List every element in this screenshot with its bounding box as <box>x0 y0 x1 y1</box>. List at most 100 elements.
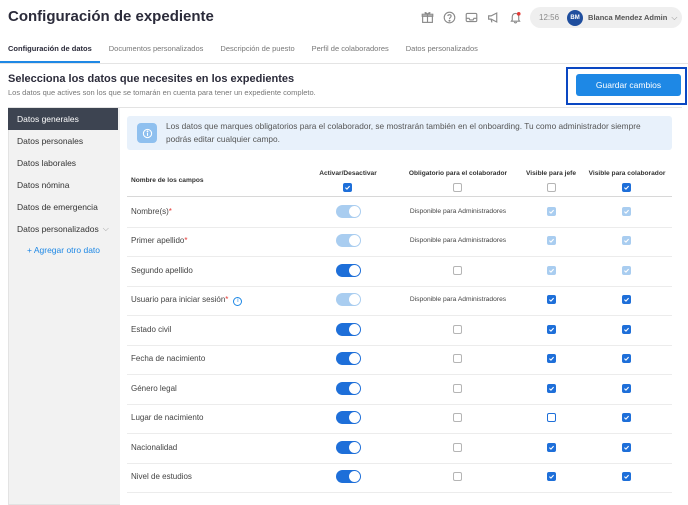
visible-collab-checkbox[interactable] <box>622 295 631 305</box>
required-checkbox[interactable] <box>453 383 462 393</box>
row-divider <box>127 226 672 228</box>
header-required: Obligatorio para el colaborador <box>408 170 508 177</box>
field-label-text: Nivel de estudios <box>131 472 192 482</box>
row-divider <box>127 285 672 287</box>
inbox-icon[interactable] <box>464 10 479 25</box>
active-toggle[interactable] <box>336 204 361 218</box>
required-checkbox[interactable] <box>453 413 462 423</box>
field-label-text: Segundo apellido <box>131 265 193 275</box>
info-icon <box>137 123 157 143</box>
active-toggle[interactable] <box>336 322 361 336</box>
tab-perfil-de-colaboradores[interactable]: Perfil de colaboradores <box>312 44 389 63</box>
sidebar-item-datos-personales[interactable]: Datos personales <box>8 130 118 152</box>
user-menu[interactable]: 12:56 BM Blanca Mendez Admin ⌵ <box>530 7 682 28</box>
required-checkbox[interactable] <box>453 442 462 452</box>
gift-icon[interactable] <box>420 10 435 25</box>
tab-documentos-personalizados[interactable]: Documentos personalizados <box>109 44 204 63</box>
admin-only-text: Disponible para Administradores <box>409 207 507 215</box>
tab-configuracion-de-datos[interactable]: Configuración de datos <box>0 44 100 63</box>
chevron-down-icon: ⌵ <box>671 12 678 22</box>
active-toggle[interactable] <box>336 352 361 366</box>
content-area <box>120 108 682 505</box>
visible-boss-checkbox[interactable] <box>547 383 556 393</box>
sidebar-item-datos-laborales[interactable]: Datos laborales <box>8 152 118 174</box>
visible-collab-checkbox[interactable] <box>622 354 631 364</box>
select-all-active-checkbox[interactable] <box>343 183 352 192</box>
visible-collab-checkbox[interactable] <box>622 383 631 393</box>
field-label: Lugar de nacimiento <box>131 413 204 422</box>
active-toggle[interactable] <box>336 411 361 425</box>
required-checkbox[interactable] <box>453 324 462 334</box>
sidebar-item-label: Datos personalizados <box>17 224 99 234</box>
admin-only-text: Disponible para Administradores <box>409 296 507 304</box>
visible-boss-checkbox[interactable] <box>547 324 556 334</box>
field-label-text: Estado civil <box>131 324 172 334</box>
visible-boss-checkbox[interactable] <box>547 265 556 275</box>
sidebar-item-datos-de-emergencia[interactable]: Datos de emergencia <box>8 196 118 218</box>
user-name: Blanca Mendez Admin <box>588 13 668 22</box>
tab-datos-personalizados[interactable]: Datos personalizados <box>406 44 478 63</box>
visible-collab-checkbox[interactable] <box>622 472 631 482</box>
page-title: Configuración de expediente <box>8 8 214 25</box>
visible-collab-checkbox[interactable] <box>622 413 631 423</box>
field-label: Nivel de estudios <box>131 472 192 481</box>
field-label-text: Nombre(s) <box>131 206 169 216</box>
visible-boss-checkbox[interactable] <box>547 206 556 216</box>
required-checkbox[interactable] <box>453 265 462 275</box>
active-toggle[interactable] <box>336 234 361 248</box>
field-label: Usuario para iniciar sesión* i <box>131 295 243 307</box>
active-toggle[interactable] <box>336 440 361 454</box>
required-checkbox[interactable] <box>453 472 462 482</box>
field-label: Nacionalidad <box>131 443 177 452</box>
megaphone-icon[interactable] <box>486 10 501 25</box>
row-divider <box>127 433 672 434</box>
help-icon[interactable] <box>442 10 457 25</box>
visible-collab-checkbox[interactable] <box>622 324 631 334</box>
required-mark: * <box>168 206 172 216</box>
info-icon[interactable]: i <box>233 297 243 307</box>
toggle-knob <box>349 235 360 247</box>
select-all-collab-checkbox[interactable] <box>622 183 631 192</box>
toggle-knob <box>349 441 360 453</box>
visible-collab-checkbox[interactable] <box>622 236 631 246</box>
sidebar-item-label: Datos nómina <box>17 180 70 190</box>
visible-boss-checkbox[interactable] <box>547 236 556 246</box>
visible-collab-checkbox[interactable] <box>622 442 631 452</box>
header-field-name: Nombre de los campos <box>131 177 204 184</box>
visible-boss-checkbox[interactable] <box>547 295 556 305</box>
tab-descripcion-de-puesto[interactable]: Descripción de puesto <box>220 44 294 63</box>
section-title: Selecciona los datos que necesites en lo… <box>8 73 295 85</box>
active-toggle[interactable] <box>336 470 361 484</box>
row-divider <box>127 403 672 405</box>
field-label-text: Usuario para iniciar sesión <box>131 295 226 305</box>
toggle-knob <box>349 264 360 276</box>
active-toggle[interactable] <box>336 263 361 277</box>
visible-collab-checkbox[interactable] <box>622 206 631 216</box>
active-toggle[interactable] <box>336 381 361 395</box>
add-data-link[interactable]: + Agregar otro dato <box>27 245 100 255</box>
row-divider <box>127 374 672 375</box>
save-button[interactable]: Guardar cambios <box>576 74 681 96</box>
sidebar-item-label: Datos generales <box>17 114 79 124</box>
sidebar-item-datos-generales[interactable]: Datos generales <box>8 108 118 130</box>
toggle-knob <box>349 205 360 217</box>
tabs-divider <box>0 63 688 64</box>
required-checkbox[interactable] <box>453 354 462 364</box>
sidebar-item-datos-nomina[interactable]: Datos nómina <box>8 174 118 196</box>
visible-boss-checkbox[interactable] <box>547 472 556 482</box>
row-divider <box>127 462 672 464</box>
toggle-knob <box>349 382 360 394</box>
visible-boss-checkbox[interactable] <box>547 354 556 364</box>
field-label: Primer apellido* <box>131 236 187 245</box>
bell-icon[interactable] <box>508 10 523 25</box>
visible-boss-checkbox[interactable] <box>547 442 556 452</box>
field-label: Nombre(s)* <box>131 207 172 216</box>
active-toggle[interactable] <box>336 293 361 307</box>
select-all-required-checkbox[interactable] <box>453 183 462 192</box>
visible-boss-checkbox[interactable] <box>547 413 556 423</box>
visible-collab-checkbox[interactable] <box>622 265 631 275</box>
sidebar-item-datos-personalizados[interactable]: Datos personalizados ⌵ <box>8 218 118 240</box>
row-divider <box>127 315 672 316</box>
table-header-divider <box>127 196 672 197</box>
select-all-boss-checkbox[interactable] <box>547 183 556 192</box>
